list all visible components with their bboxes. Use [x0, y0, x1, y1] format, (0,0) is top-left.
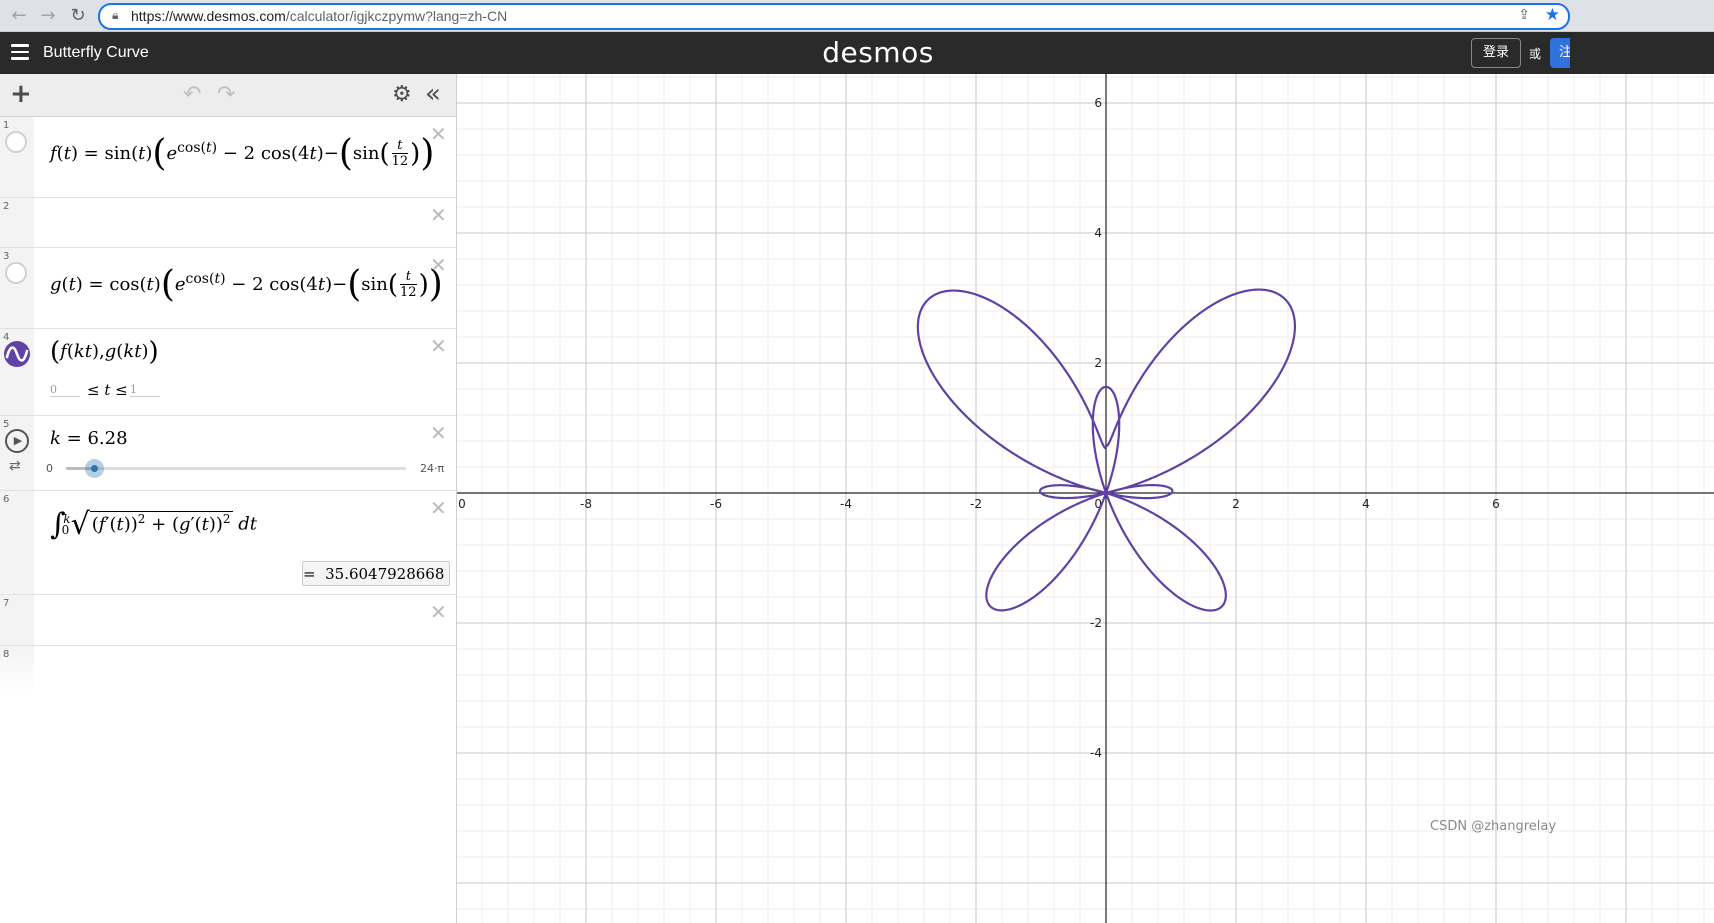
x-tick-label: 6	[1492, 497, 1500, 511]
browser-toolbar: ← → ↻ 🔒︎ https://www.desmos.com/calculat…	[0, 0, 1714, 32]
hidden-toggle-icon[interactable]	[5, 131, 27, 153]
t-min-input[interactable]: 0	[50, 383, 80, 397]
x-tick-label: -2	[970, 497, 982, 511]
reload-icon[interactable]: ↻	[67, 5, 89, 27]
forward-icon[interactable]: →	[37, 5, 59, 27]
y-tick-label: -4	[1090, 746, 1102, 760]
slider-variable: k	[50, 428, 61, 449]
slider-max[interactable]: 24·π	[420, 462, 444, 475]
slider-min[interactable]: 0	[46, 462, 53, 475]
y-tick-label: 4	[1094, 226, 1102, 240]
delete-expression-icon[interactable]: ✕	[430, 122, 447, 146]
expression-formula[interactable]: (f(kt),g(kt))	[50, 339, 159, 365]
play-icon[interactable]: ▶	[5, 429, 29, 453]
parametric-curve-icon[interactable]	[4, 341, 30, 367]
delete-expression-icon[interactable]: ✕	[430, 253, 447, 277]
t-max-input[interactable]: 1	[130, 383, 160, 397]
y-tick-label: 2	[1094, 356, 1102, 370]
x-tick-label: -10	[457, 497, 466, 511]
hidden-toggle-icon[interactable]	[5, 262, 27, 284]
x-tick-label: 2	[1232, 497, 1240, 511]
slider-value: 6.28	[87, 428, 128, 449]
expression-item[interactable]: 8	[0, 646, 456, 694]
expression-item[interactable]: 2 ✕	[0, 198, 456, 248]
delete-expression-icon[interactable]: ✕	[430, 203, 447, 227]
app-header: Butterfly Curve desmos 登录 或 注册	[0, 32, 1714, 74]
url-path: /calculator/igjkczpymw?lang=zh-CN	[285, 8, 508, 24]
expression-formula[interactable]: k = 6.28	[50, 428, 128, 449]
expression-formula[interactable]: ∫0k√ (f′(t))2 + (g′(t))2 dt	[50, 507, 257, 542]
expression-index: 5	[3, 419, 10, 430]
expression-item[interactable]: 4 (f(kt),g(kt)) 0 ≤ t ≤ 1 ✕	[0, 329, 456, 416]
expression-item[interactable]: 1 f(t) = sin(t)(ecos(t) − 2 cos(4t)−(sin…	[0, 117, 456, 198]
login-button[interactable]: 登录	[1471, 38, 1521, 68]
expression-item[interactable]: 6 ∫0k√ (f′(t))2 + (g′(t))2 dt = 35.604792…	[0, 491, 456, 595]
star-icon[interactable]: ★	[1545, 5, 1560, 25]
watermark: CSDN @zhangrelay	[1430, 819, 1557, 834]
signup-button[interactable]: 注册	[1550, 38, 1570, 68]
x-tick-label: -4	[840, 497, 852, 511]
expression-index: 3	[3, 251, 10, 262]
undo-icon[interactable]: ↶	[183, 82, 201, 107]
function-trig: sin	[104, 143, 132, 164]
expression-panel: + ↶ ↷ ⚙ « 1 f(t) = sin(t)(ecos(t) − 2 co…	[0, 74, 457, 923]
delete-expression-icon[interactable]: ✕	[430, 334, 447, 358]
graph-svg[interactable]: -10-8-6-4-20246642-2-4	[457, 74, 1714, 923]
x-tick-label: 4	[1362, 497, 1370, 511]
expression-index: 6	[3, 494, 10, 505]
delete-expression-icon[interactable]: ✕	[430, 421, 447, 445]
y-tick-label: 6	[1094, 96, 1102, 110]
loop-icon[interactable]: ⇄	[9, 458, 21, 474]
integral-result-value: 35.6047928668	[325, 565, 445, 583]
expression-toolbar: + ↶ ↷ ⚙ «	[0, 74, 456, 117]
expression-formula[interactable]: f(t) = sin(t)(ecos(t) − 2 cos(4t)−(sin(t…	[50, 136, 434, 172]
address-bar[interactable]: 🔒︎ https://www.desmos.com/calculator/igj…	[98, 3, 1570, 30]
expression-formula[interactable]: g(t) = cos(t)(ecos(t) − 2 cos(4t)−(sin(t…	[50, 267, 443, 303]
lock-icon[interactable]: 🔒︎	[112, 8, 118, 23]
t-range-text: ≤ t ≤	[87, 381, 128, 399]
expression-item[interactable]: 5 ▶ ⇄ k = 6.28 0 24·π ✕	[0, 416, 456, 491]
slider-track[interactable]	[66, 459, 406, 478]
y-tick-label: -2	[1090, 616, 1102, 630]
share-icon[interactable]: ⇪	[1518, 7, 1530, 23]
integral-result: = 35.6047928668	[302, 561, 450, 586]
x-tick-label: -8	[580, 497, 592, 511]
function-name: g	[50, 274, 62, 295]
redo-icon[interactable]: ↷	[217, 82, 235, 107]
expression-index: 1	[3, 120, 10, 131]
add-expression-button[interactable]: +	[10, 80, 32, 108]
expression-gutter	[0, 491, 34, 594]
url-host: https://www.desmos.com	[131, 8, 286, 24]
url-text[interactable]: https://www.desmos.com/calculator/igjkcz…	[131, 8, 507, 24]
x-tick-label: -6	[710, 497, 722, 511]
function-name: f	[50, 143, 57, 164]
expression-index: 7	[3, 598, 10, 609]
delete-expression-icon[interactable]: ✕	[430, 600, 447, 624]
expression-index: 2	[3, 201, 10, 212]
collapse-panel-icon[interactable]: «	[425, 77, 441, 111]
or-text: 或	[1529, 47, 1542, 61]
gear-icon[interactable]: ⚙	[392, 82, 412, 107]
graph-canvas[interactable]: -10-8-6-4-20246642-2-4	[457, 74, 1714, 923]
delete-expression-icon[interactable]: ✕	[430, 496, 447, 520]
expression-index: 8	[3, 649, 10, 660]
function-trig: cos	[109, 274, 140, 295]
back-icon[interactable]: ←	[8, 5, 30, 27]
slider-handle[interactable]	[85, 459, 105, 478]
desmos-logo: desmos	[822, 36, 934, 69]
expression-item[interactable]: 3 g(t) = cos(t)(ecos(t) − 2 cos(4t)−(sin…	[0, 248, 456, 329]
expression-item[interactable]: 7 ✕	[0, 595, 456, 646]
